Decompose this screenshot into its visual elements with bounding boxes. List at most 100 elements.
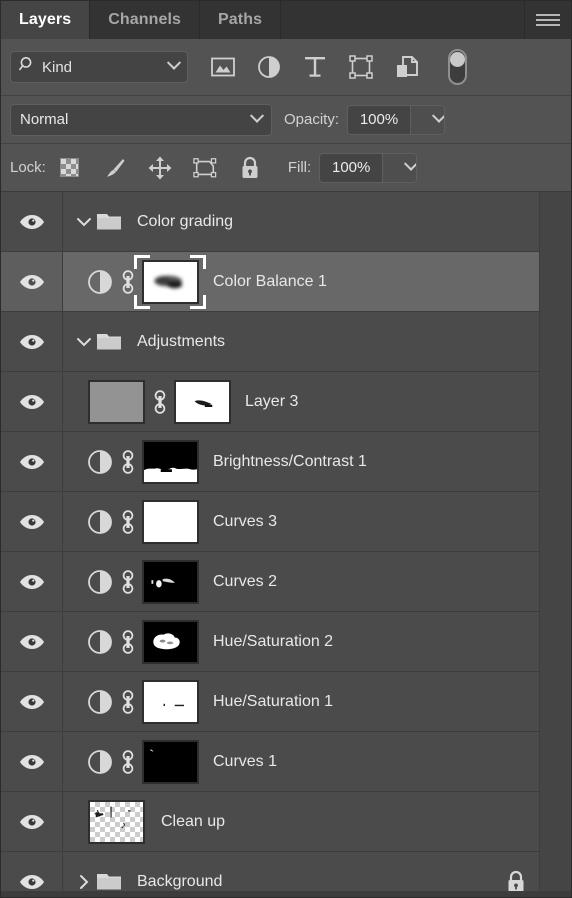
layer-mask-thumbnail-wrap[interactable] [171, 379, 233, 424]
layer-mask-thumbnail[interactable] [173, 379, 231, 424]
group-expand-chevron-right-icon[interactable] [75, 874, 93, 890]
fill-field[interactable]: 100% [319, 152, 418, 183]
table-row[interactable]: Hue/Saturation 1 [1, 672, 541, 732]
layer-mask-link-icon[interactable] [117, 629, 139, 655]
layer-thumbnail-wrap[interactable] [83, 379, 149, 424]
layer-mask-thumbnail-wrap[interactable] [139, 499, 201, 544]
filter-kind-dropdown[interactable]: Kind [10, 51, 188, 83]
layer-name[interactable]: Background [137, 873, 222, 891]
layer-row-body[interactable]: Hue/Saturation 1 [63, 672, 541, 731]
layer-thumbnail-wrap[interactable] [83, 799, 149, 844]
layer-mask-thumbnail[interactable] [141, 259, 199, 304]
layer-name[interactable]: Curves 2 [213, 573, 277, 591]
layer-mask-thumbnail-wrap[interactable] [134, 254, 206, 309]
layer-mask-link-icon[interactable] [149, 389, 171, 415]
layer-name[interactable]: Curves 1 [213, 753, 277, 771]
filter-enable-toggle[interactable] [448, 49, 467, 85]
layer-mask-thumbnail[interactable] [141, 559, 199, 604]
opacity-value[interactable]: 100% [348, 105, 411, 134]
layer-row-body[interactable]: Brightness/Contrast 1 [63, 432, 541, 491]
layer-mask-thumbnail[interactable] [141, 439, 199, 484]
fill-dropdown-button[interactable] [382, 153, 417, 182]
table-row[interactable]: Layer 3 [1, 372, 541, 432]
lock-position-move-icon[interactable] [148, 156, 172, 180]
layer-mask-thumbnail-wrap[interactable] [139, 739, 201, 784]
layer-visibility-toggle[interactable] [1, 312, 63, 371]
layer-name[interactable]: Color Balance 1 [213, 273, 327, 291]
layer-name[interactable]: Layer 3 [245, 393, 298, 411]
layer-row-body[interactable]: Curves 3 [63, 492, 541, 551]
table-row[interactable]: Clean up [1, 792, 541, 852]
layer-name[interactable]: Curves 3 [213, 513, 277, 531]
group-expand-chevron-down-icon[interactable] [75, 216, 93, 228]
table-row[interactable]: Curves 3 [1, 492, 541, 552]
layer-mask-link-icon[interactable] [117, 269, 139, 295]
layer-mask-thumbnail-wrap[interactable] [139, 439, 201, 484]
layer-row-body[interactable]: Color grading [63, 192, 541, 251]
layer-name[interactable]: Hue/Saturation 2 [213, 633, 333, 651]
layer-row-body[interactable]: Adjustments [63, 312, 541, 371]
layer-mask-thumbnail[interactable] [141, 679, 199, 724]
layer-visibility-toggle[interactable] [1, 552, 63, 611]
layer-visibility-toggle[interactable] [1, 792, 63, 851]
layer-mask-thumbnail[interactable] [141, 739, 199, 784]
layer-list[interactable]: Color grading Color Balance 1 Adjustment… [1, 192, 571, 897]
table-row[interactable]: Brightness/Contrast 1 [1, 432, 541, 492]
lock-image-pixels-brush-icon[interactable] [103, 156, 127, 180]
layer-row-body[interactable]: Color Balance 1 [63, 252, 541, 311]
layer-mask-link-icon[interactable] [117, 509, 139, 535]
layer-mask-link-icon[interactable] [117, 749, 139, 775]
table-row[interactable]: Curves 1 [1, 732, 541, 792]
layer-name[interactable]: Brightness/Contrast 1 [213, 453, 367, 471]
lock-all-padlock-icon[interactable] [238, 156, 262, 180]
layer-visibility-toggle[interactable] [1, 612, 63, 671]
opacity-field[interactable]: 100% [347, 104, 446, 135]
layer-name[interactable]: Adjustments [137, 333, 225, 351]
filter-type-layers-icon[interactable] [302, 54, 328, 80]
blend-mode-dropdown[interactable]: Normal [10, 103, 272, 136]
tab-paths[interactable]: Paths [200, 1, 282, 39]
panel-menu-button[interactable] [525, 1, 571, 39]
layer-row-body[interactable]: Layer 3 [63, 372, 541, 431]
table-row[interactable]: Color Balance 1 [1, 252, 541, 312]
fill-value[interactable]: 100% [320, 153, 383, 182]
layer-locked-indicator[interactable] [505, 870, 527, 894]
layer-visibility-toggle[interactable] [1, 732, 63, 791]
table-row[interactable]: Color grading [1, 192, 541, 252]
layer-mask-thumbnail-wrap[interactable] [139, 559, 201, 604]
filter-pixel-layers-icon[interactable] [210, 54, 236, 80]
opacity-dropdown-button[interactable] [410, 105, 445, 134]
group-expand-chevron-down-icon[interactable] [75, 336, 93, 348]
table-row[interactable]: Hue/Saturation 2 [1, 612, 541, 672]
layer-row-body[interactable]: Curves 2 [63, 552, 541, 611]
layer-mask-link-icon[interactable] [117, 689, 139, 715]
layer-visibility-toggle[interactable] [1, 432, 63, 491]
filter-shape-layers-icon[interactable] [348, 54, 374, 80]
layer-thumbnail[interactable] [87, 379, 145, 424]
layer-name[interactable]: Color grading [137, 213, 233, 231]
layer-name[interactable]: Hue/Saturation 1 [213, 693, 333, 711]
layer-row-body[interactable]: Clean up [63, 792, 541, 851]
layer-visibility-toggle[interactable] [1, 372, 63, 431]
table-row[interactable]: Adjustments [1, 312, 541, 372]
layer-mask-thumbnail-wrap[interactable] [139, 679, 201, 724]
layer-mask-thumbnail[interactable] [141, 499, 199, 544]
lock-artboard-nesting-icon[interactable] [193, 156, 217, 180]
tab-channels[interactable]: Channels [90, 1, 201, 39]
layer-row-body[interactable]: Hue/Saturation 2 [63, 612, 541, 671]
layer-visibility-toggle[interactable] [1, 672, 63, 731]
layer-thumbnail[interactable] [87, 799, 145, 844]
layer-name[interactable]: Clean up [161, 813, 225, 831]
layer-mask-thumbnail[interactable] [141, 619, 199, 664]
layer-mask-link-icon[interactable] [117, 449, 139, 475]
tab-layers[interactable]: Layers [1, 1, 91, 39]
layer-list-scrollbar[interactable] [539, 192, 571, 897]
layer-row-body[interactable]: Curves 1 [63, 732, 541, 791]
layer-visibility-toggle[interactable] [1, 252, 63, 311]
filter-smart-objects-icon[interactable] [394, 54, 420, 80]
layer-visibility-toggle[interactable] [1, 492, 63, 551]
layer-visibility-toggle[interactable] [1, 192, 63, 251]
filter-adjustment-layers-icon[interactable] [256, 54, 282, 80]
layer-mask-link-icon[interactable] [117, 569, 139, 595]
lock-transparent-pixels-icon[interactable] [58, 156, 82, 180]
